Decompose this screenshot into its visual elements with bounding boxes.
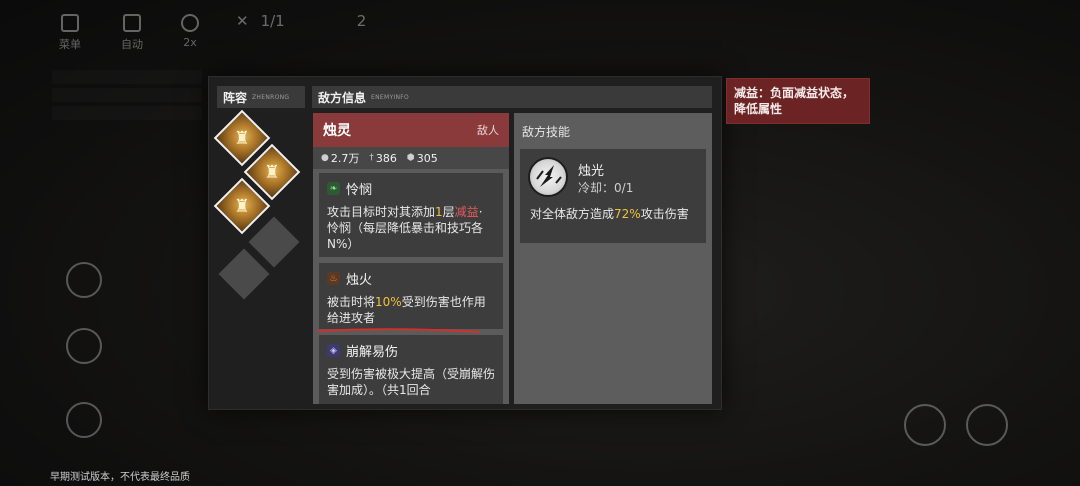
bg-skill-button — [66, 328, 102, 364]
skill-cooldown: 冷却：0/1 — [578, 179, 633, 196]
trait-card[interactable]: ◈ 崩解易伤 受到伤害被极大提高（受崩解伤害加成）。（共1回合 — [319, 335, 503, 404]
trait-desc-number: 10% — [375, 295, 402, 309]
wave-counter: 2 — [356, 12, 367, 30]
cooldown-value: 0/1 — [614, 181, 634, 195]
leaf-icon: ❧ — [327, 182, 340, 195]
skill-desc-text: 攻击伤害 — [640, 207, 689, 221]
round-counter: 1/1 — [260, 12, 285, 30]
trait-card[interactable]: ❧ 怜悯 攻击目标时对其添加1层减益· 怜悯（每层降低暴击和技巧各N%） — [319, 173, 503, 257]
skill-name: 烛光 — [578, 164, 605, 179]
skill-desc-number: 72% — [614, 207, 641, 221]
trait-description: 被击时将10%受到伤害也作用给进攻者 — [327, 294, 495, 326]
cooldown-label: 冷却： — [578, 181, 615, 195]
enemy-info-subtitle: ENEMYINFO — [371, 93, 410, 101]
bg-log-row — [52, 88, 202, 102]
enemy-name: 烛灵 — [323, 123, 351, 139]
def-value: 305 — [416, 151, 438, 165]
lineup-subtitle: ZHENRONG — [252, 93, 290, 101]
trait-description: 受到伤害被极大提高（受崩解伤害加成）。（共1回合 — [327, 367, 496, 397]
enemy-skills-title: 敌方技能 — [522, 125, 571, 139]
drop-icon: ● — [321, 153, 329, 163]
debuff-tooltip: 减益：负面减益状态，降低属性 — [726, 78, 870, 124]
enemy-stats: ● 2.7万 † 386 ⬢ 305 — [313, 147, 509, 169]
hp-value: 2.7万 — [330, 152, 360, 165]
speed-label: 2x — [183, 36, 197, 49]
bg-unit-portrait — [904, 404, 946, 446]
menu-icon — [61, 14, 79, 32]
enemy-skills-card: 敌方技能 烛光 冷却：0/1 对全体敌方造成72%攻击伤害 — [514, 113, 712, 404]
menu-label: 菜单 — [59, 38, 81, 51]
bg-skill-button — [66, 262, 102, 298]
trait-name: 烛火 — [346, 273, 373, 288]
trait-desc-text: 攻击目标时对其添加 — [327, 205, 436, 219]
def-stat: ⬢ 305 — [407, 152, 438, 165]
annotation-underline — [318, 328, 480, 333]
enemy-header: 烛灵 敌人 — [313, 113, 509, 147]
unit-portrait-icon: ♜ — [233, 195, 251, 217]
skill-desc-text: 对全体敌方造成 — [530, 207, 615, 221]
enemy-info-header: 敌方信息 ENEMYINFO — [312, 86, 712, 108]
enemy-card: 烛灵 敌人 ● 2.7万 † 386 ⬢ 305 ❧ 怜悯 攻击目标时对其添加1层减益… — [313, 113, 509, 404]
bg-unit-portrait — [66, 402, 102, 438]
enemy-tag: 敌人 — [477, 124, 499, 137]
trait-desc-text: 层 — [442, 205, 455, 219]
atk-stat: † 386 — [369, 152, 397, 165]
crossed-swords-icon: ✕ — [236, 12, 249, 30]
trait-desc-text: 被击时将 — [327, 295, 376, 309]
atk-value: 386 — [375, 151, 397, 165]
auto-button[interactable]: 自动 — [118, 14, 146, 52]
monitor-icon — [123, 14, 141, 32]
skill-description: 对全体敌方造成72%攻击伤害 — [530, 206, 700, 222]
trait-description: 攻击目标时对其添加1层减益· 怜悯（每层降低暴击和技巧各N%） — [327, 204, 495, 252]
lineup-header: 阵容 ZHENRONG — [217, 86, 305, 108]
battle-status-bar: ✕ 1/1 2 — [236, 10, 416, 32]
shield-icon: ⬢ — [406, 153, 415, 163]
speed-button[interactable]: 2x — [176, 14, 204, 49]
unit-portrait-icon: ♜ — [233, 127, 251, 149]
trait-desc-number: 1 — [435, 205, 443, 219]
sword-icon: † — [369, 153, 374, 163]
hp-stat: ● 2.7万 — [321, 150, 359, 166]
lightning-slash-icon — [528, 157, 568, 197]
flame-icon: ♨ — [327, 272, 340, 285]
trait-card[interactable]: ♨ 烛火 被击时将10%受到伤害也作用给进攻者 — [319, 263, 503, 329]
skill-card[interactable]: 烛光 冷却：0/1 对全体敌方造成72%攻击伤害 — [520, 149, 706, 243]
crest-icon: ◈ — [327, 344, 340, 357]
trait-name: 怜悯 — [346, 183, 373, 198]
trait-name: 崩解易伤 — [346, 345, 399, 360]
bg-log-row — [52, 70, 202, 84]
speed-icon — [181, 14, 199, 32]
unit-portrait-icon: ♜ — [263, 161, 281, 183]
bg-log-row — [52, 106, 202, 120]
lineup-title: 阵容 — [223, 90, 248, 105]
footer-note: 早期测试版本，不代表最终品质 — [50, 472, 190, 483]
auto-label: 自动 — [121, 38, 143, 51]
enemy-info-title: 敌方信息 — [318, 90, 367, 105]
debuff-keyword[interactable]: 减益 — [455, 205, 479, 219]
menu-button[interactable]: 菜单 — [56, 14, 84, 52]
bg-unit-portrait — [966, 404, 1008, 446]
